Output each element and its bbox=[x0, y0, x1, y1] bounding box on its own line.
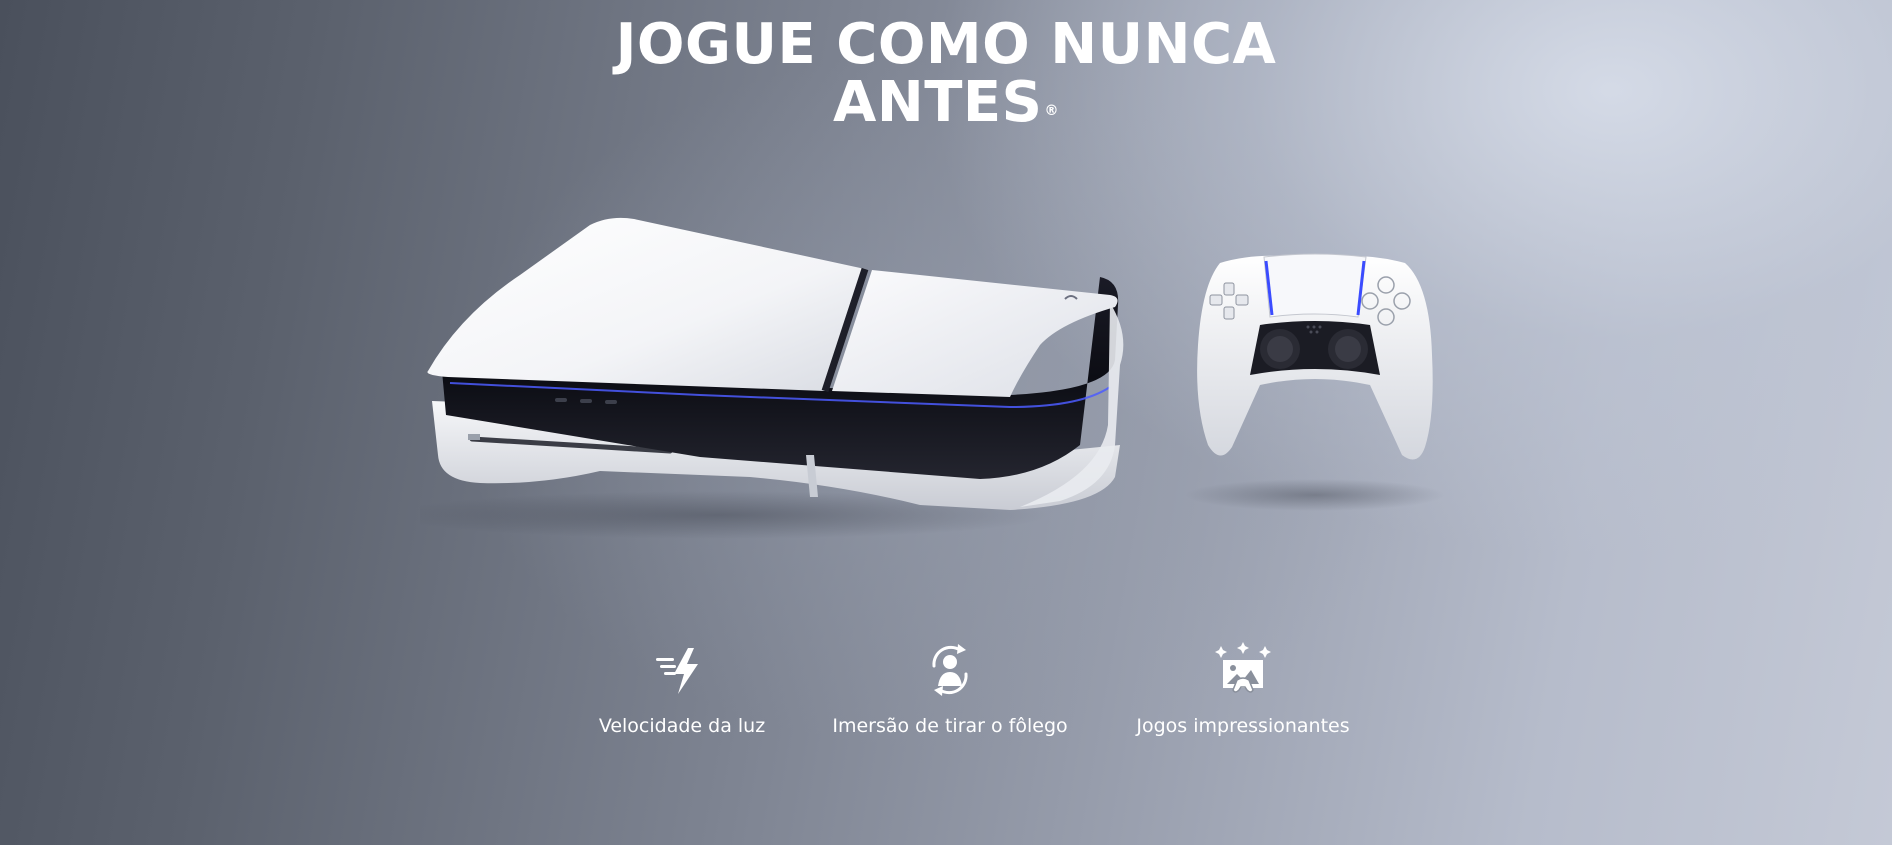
feature-list: Velocidade da luz Imersão de tirar o fôl… bbox=[560, 640, 1360, 760]
headline-word: ANTES bbox=[833, 70, 1043, 135]
immersion-person-icon bbox=[932, 644, 968, 696]
feature-label-games: Jogos impressionantes bbox=[1136, 715, 1350, 737]
feature-item-speed: Velocidade da luz bbox=[562, 640, 802, 738]
feature-item-games: Jogos impressionantes bbox=[1123, 640, 1363, 738]
registered-mark: ® bbox=[1044, 103, 1059, 119]
hero-headline: JOGUE COMO NUNCA ANTES ® bbox=[446, 16, 1446, 132]
feature-item-immersion: Imersão de tirar o fôlego bbox=[830, 640, 1070, 738]
headline-line-1: JOGUE COMO NUNCA bbox=[615, 12, 1277, 77]
sparkle-gallery-controller-icon bbox=[1215, 642, 1271, 693]
product-image bbox=[420, 217, 1445, 539]
controller-illustration bbox=[1185, 253, 1445, 511]
headline-line-2: ANTES ® bbox=[446, 74, 1446, 132]
hero-section: JOGUE COMO NUNCA ANTES ® Velocidade da l… bbox=[0, 0, 1892, 845]
lightning-speed-icon bbox=[656, 648, 698, 694]
feature-label-speed: Velocidade da luz bbox=[598, 715, 766, 737]
feature-label-immersion: Imersão de tirar o fôlego bbox=[832, 715, 1068, 737]
console-illustration bbox=[420, 217, 1124, 539]
